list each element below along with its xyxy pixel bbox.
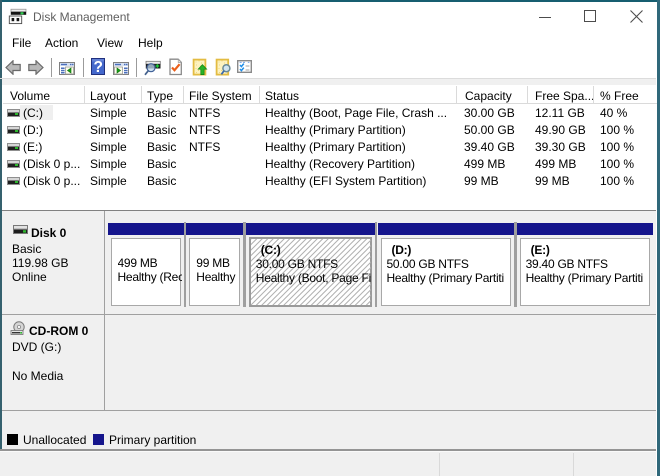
svg-text:?: ? bbox=[93, 59, 102, 75]
